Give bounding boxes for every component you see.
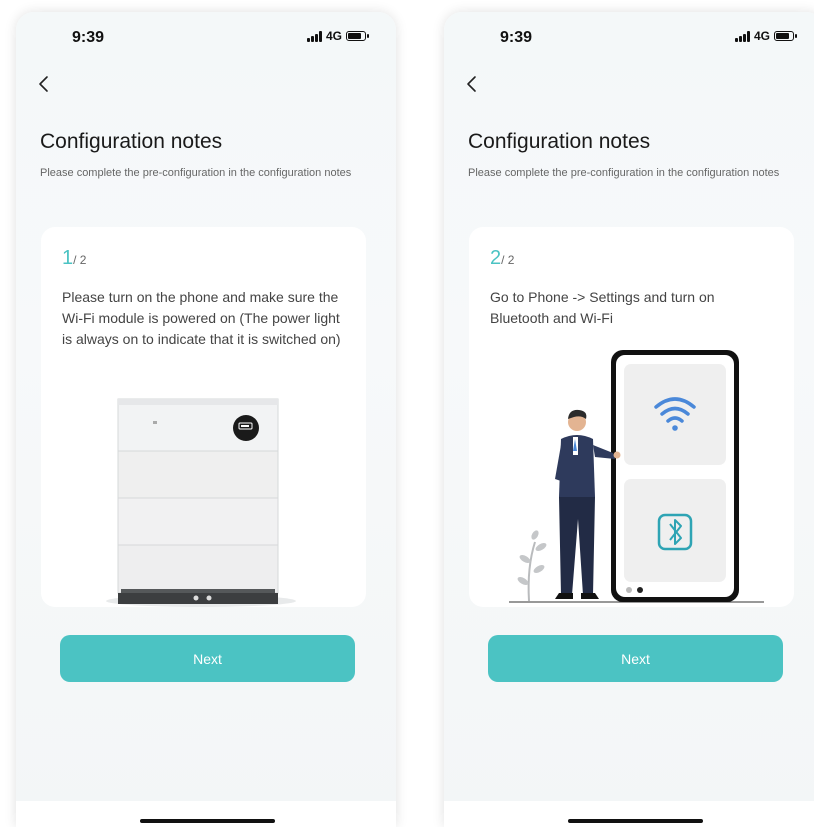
chevron-left-icon — [39, 76, 48, 92]
battery-icon — [774, 31, 797, 41]
page-title: Configuration notes — [468, 130, 651, 153]
next-button[interactable]: Next — [60, 635, 355, 682]
battery-device-illustration — [106, 398, 296, 607]
phone-settings-illustration — [509, 350, 764, 603]
step-total: / 2 — [73, 253, 87, 267]
step-description: Go to Phone -> Settings and turn on Blue… — [490, 289, 715, 326]
chevron-left-icon — [467, 76, 476, 92]
battery-icon — [346, 31, 369, 41]
bottom-area — [444, 801, 814, 827]
back-button[interactable] — [32, 72, 56, 96]
home-indicator[interactable] — [568, 819, 703, 823]
next-button[interactable]: Next — [488, 635, 783, 682]
status-time: 9:39 — [500, 29, 533, 46]
signal-icon — [306, 30, 322, 42]
step-description: Please turn on the phone and make sure t… — [62, 289, 341, 347]
phone-screen-step-2: 9:39 4G Configuration notes Please compl… — [444, 12, 814, 827]
page-title: Configuration notes — [40, 130, 223, 153]
step-current: 1 — [62, 247, 74, 269]
instruction-card: 2/ 2 Go to Phone -> Settings and turn on… — [469, 227, 794, 607]
network-type: 4G — [325, 29, 342, 43]
instruction-card: 1/ 2 Please turn on the phone and make s… — [41, 227, 366, 607]
page-subtitle: Please complete the pre-configuration in… — [40, 167, 352, 179]
status-time: 9:39 — [72, 29, 105, 46]
status-indicators: 4G — [306, 29, 369, 43]
home-indicator[interactable] — [140, 819, 275, 823]
status-indicators: 4G — [734, 29, 797, 43]
page-subtitle: Please complete the pre-configuration in… — [468, 167, 780, 179]
network-type: 4G — [753, 29, 770, 43]
step-indicator: 1/ 2 — [62, 247, 86, 270]
step-current: 2 — [490, 247, 502, 269]
step-indicator: 2/ 2 — [490, 247, 514, 270]
step-total: / 2 — [501, 253, 515, 267]
bottom-area — [16, 801, 396, 827]
signal-icon — [734, 30, 750, 42]
back-button[interactable] — [460, 72, 484, 96]
phone-screen-step-1: 9:39 4G Configuration notes Please compl… — [16, 12, 396, 827]
